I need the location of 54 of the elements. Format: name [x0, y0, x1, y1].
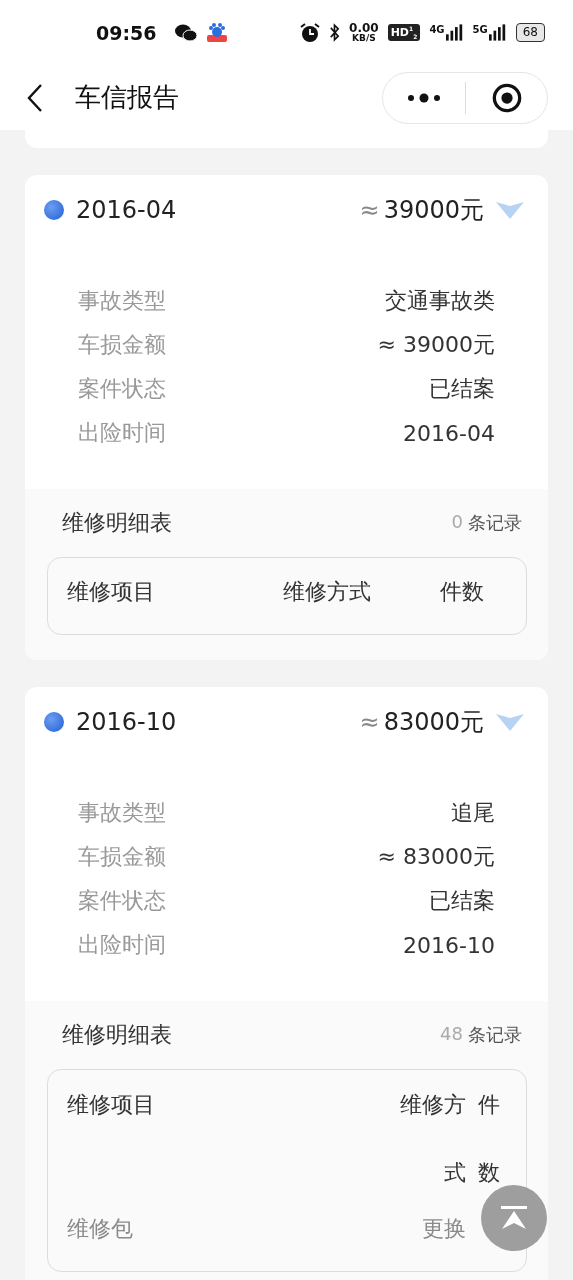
detail-value: 已结案	[429, 375, 495, 403]
column-header: 件数	[478, 1091, 500, 1187]
record-count: 0	[451, 511, 463, 534]
column-header: 维修方式	[400, 1091, 466, 1187]
dot-icon	[44, 712, 64, 732]
close-target-icon[interactable]	[492, 82, 522, 113]
column-header: 维修项目	[67, 578, 156, 606]
detail-label: 事故类型	[78, 799, 166, 827]
detail-label: 出险时间	[78, 419, 166, 447]
damage-amount: 83000元	[383, 707, 484, 738]
table-cell-text: 更换	[421, 1215, 466, 1243]
record-count-unit: 条记录	[468, 1023, 522, 1047]
paw-icon	[206, 21, 229, 44]
record-count-unit: 条记录	[468, 511, 522, 535]
table-cell-text: 维修包	[67, 1215, 134, 1243]
column-header: 维修项目	[67, 1091, 156, 1119]
detail-label: 车损金额	[78, 331, 166, 359]
detail-value: 2016-04	[403, 420, 495, 446]
section-title: 维修明细表	[62, 509, 172, 537]
network-label: 5G	[472, 24, 488, 35]
column-header: 维修方式	[283, 578, 372, 606]
signal-icon	[445, 24, 464, 41]
detail-value: 2016-10	[403, 932, 495, 958]
battery-indicator: 68	[515, 23, 545, 42]
back-icon[interactable]	[27, 83, 43, 112]
record-count: 48	[440, 1023, 463, 1046]
detail-value: ≈ 39000元	[377, 331, 495, 359]
speed-value: 0.00	[349, 22, 379, 34]
detail-value: 交通事故类	[385, 287, 495, 315]
detail-label: 车损金额	[78, 843, 166, 871]
detail-value: 追尾	[451, 799, 495, 827]
detail-label: 出险时间	[78, 931, 166, 959]
network-label: 4G	[429, 24, 445, 35]
speed-unit: KB/S	[352, 34, 376, 43]
detail-label: 事故类型	[78, 287, 166, 315]
page-title: 车信报告	[75, 81, 179, 114]
bluetooth-icon	[329, 23, 341, 42]
damage-amount: 39000元	[383, 195, 484, 226]
section-title: 维修明细表	[62, 1021, 172, 1049]
approx-sign: ≈	[359, 196, 380, 224]
dot-icon	[44, 200, 64, 220]
more-icon[interactable]	[407, 92, 441, 103]
accident-date: 2016-10	[76, 708, 177, 736]
detail-label: 案件状态	[78, 887, 166, 915]
column-header: 件数	[440, 578, 485, 606]
detail-label: 案件状态	[78, 375, 166, 403]
approx-sign: ≈	[359, 708, 380, 736]
alarm-clock-icon	[300, 22, 321, 43]
chat-bubbles-icon	[175, 23, 198, 42]
detail-value: ≈ 83000元	[377, 843, 495, 871]
detail-value: 已结案	[429, 887, 495, 915]
accident-date: 2016-04	[76, 196, 177, 224]
clock-time: 09:56	[96, 21, 157, 44]
signal-icon	[488, 24, 507, 41]
